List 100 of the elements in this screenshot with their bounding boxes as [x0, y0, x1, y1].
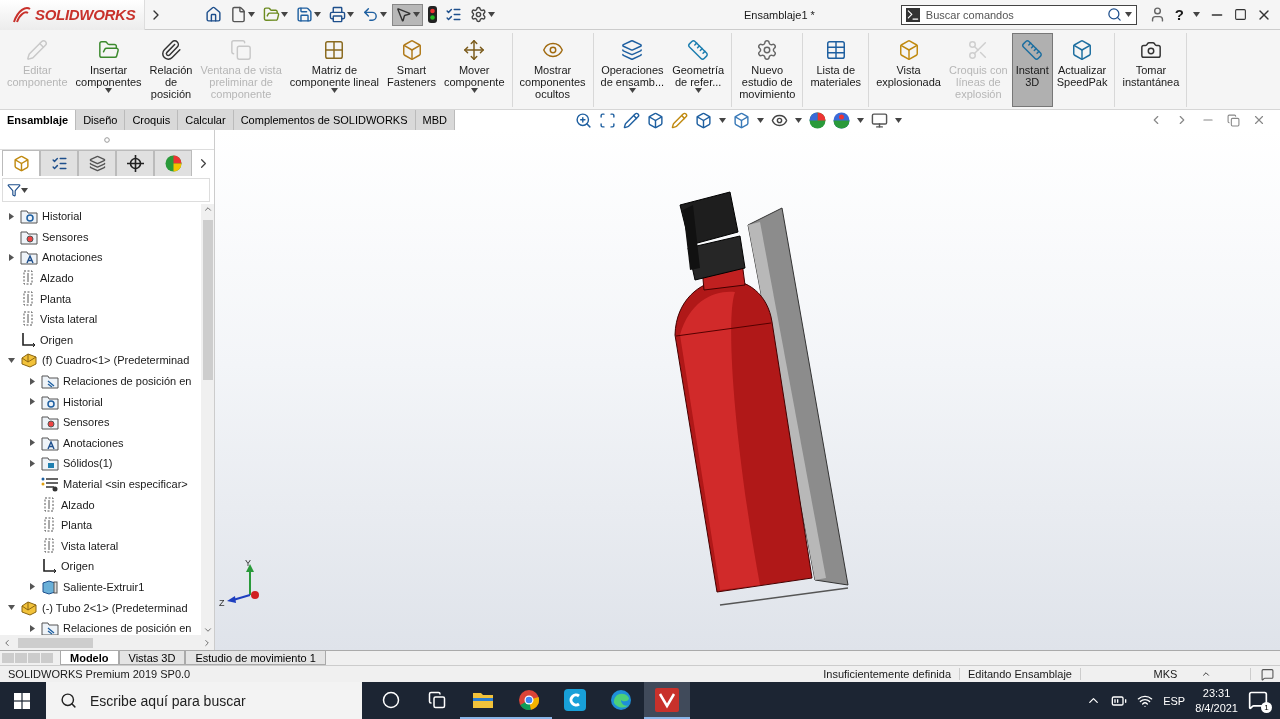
crosshair-icon: [126, 155, 144, 172]
tree-item[interactable]: Anotaciones: [63, 436, 124, 449]
ribbon-button[interactable]: Lista de materiales: [806, 33, 866, 107]
scroll-right-icon[interactable]: [202, 637, 212, 648]
ribbon-button[interactable]: Instant 3D: [1011, 33, 1053, 107]
notification-button[interactable]: 1: [1248, 689, 1270, 712]
tree-item[interactable]: Historial: [63, 395, 103, 408]
caret-icon: [413, 12, 420, 17]
ribbon-button[interactable]: Matriz de componente lineal: [285, 33, 384, 107]
list-icon: [445, 6, 462, 23]
restore-icon[interactable]: [1227, 113, 1240, 127]
scrollbar[interactable]: [201, 204, 214, 635]
logo[interactable]: SOLIDWORKS: [0, 0, 145, 30]
comment-icon[interactable]: [1261, 667, 1274, 681]
ribbon-button[interactable]: Actualizar SpeedPak: [1052, 33, 1112, 107]
logo-mark-icon: [12, 5, 32, 24]
tree-item[interactable]: Saliente-Extruir1: [63, 581, 145, 593]
folder-icon: [97, 39, 120, 61]
model-tab[interactable]: Modelo: [60, 651, 119, 665]
expand-arrow-icon[interactable]: [27, 583, 37, 591]
command-tab[interactable]: Calcular: [178, 110, 234, 130]
panel-tab[interactable]: [40, 150, 78, 176]
panel-tab[interactable]: [78, 150, 116, 176]
help-button[interactable]: ?: [1174, 6, 1184, 23]
scrollbar[interactable]: [0, 635, 214, 650]
filter-field[interactable]: [2, 178, 210, 202]
toolbar-button[interactable]: [425, 3, 440, 26]
maximize-icon[interactable]: [1234, 8, 1247, 21]
tree-item[interactable]: Material <sin especificar>: [63, 478, 188, 490]
command-tab[interactable]: Croquis: [125, 110, 179, 130]
ruler-icon: [687, 39, 710, 61]
command-tab[interactable]: MBD: [415, 110, 455, 130]
tree-item[interactable]: Vista lateral: [40, 313, 98, 326]
model-tab[interactable]: Vistas 3D: [118, 651, 186, 665]
ribbon-button[interactable]: Mostrar componentes ocultos: [515, 33, 590, 107]
tree-item[interactable]: Relaciones de posición en: [63, 375, 192, 388]
display-style-icon[interactable]: [733, 111, 750, 129]
expand-arrow-icon[interactable]: [27, 439, 37, 447]
tree-item[interactable]: Sensores: [42, 230, 89, 243]
tree-item[interactable]: Alzado: [61, 498, 95, 511]
tree-item[interactable]: (-) Tubo 2<1> (Predeterminad: [42, 601, 188, 614]
ribbon-button[interactable]: Vista explosionada: [872, 33, 945, 107]
scroll-down-icon[interactable]: [202, 625, 213, 635]
tree-item[interactable]: Planta: [40, 292, 72, 305]
expand-arrow-icon[interactable]: [27, 459, 37, 467]
tree-item[interactable]: Planta: [61, 519, 93, 532]
window-title: Ensamblaje1 *: [742, 8, 815, 21]
folder-icon: [472, 690, 494, 709]
tree-item[interactable]: Sensores: [63, 416, 110, 429]
ribbon-button[interactable]: Nuevo estudio de movimiento: [735, 33, 800, 107]
taskbar-search-field[interactable]: Escribe aquí para buscar: [46, 682, 362, 719]
tree-item[interactable]: Relaciones de posición en: [63, 622, 192, 635]
monitor-icon[interactable]: [871, 111, 888, 129]
tree-item[interactable]: Vista lateral: [61, 539, 119, 552]
tree-item[interactable]: Origen: [61, 560, 95, 573]
expand-arrow-icon[interactable]: [6, 254, 16, 261]
tree-item[interactable]: Sólidos(1): [63, 457, 113, 470]
ribbon-button[interactable]: Mover componente: [439, 33, 509, 107]
expand-arrow-icon[interactable]: [27, 398, 37, 406]
splitter-handle-icon[interactable]: [104, 136, 110, 143]
ribbon-button[interactable]: Insertar componentes: [71, 33, 146, 107]
appearance-icon[interactable]: [809, 111, 826, 129]
collapse-arrow-icon[interactable]: [6, 604, 16, 612]
zoom-to-fit-icon[interactable]: [575, 111, 592, 129]
ribbon-button[interactable]: Geometría de refer...: [668, 33, 729, 107]
ribbon-button[interactable]: Relación de posición: [145, 33, 197, 107]
expand-arrow-icon[interactable]: [6, 212, 16, 220]
taskbar-app[interactable]: [644, 682, 690, 719]
input-language[interactable]: ESP: [1163, 694, 1186, 707]
configuration-icon: [88, 155, 106, 172]
ribbon-button[interactable]: Operaciones de ensamb...: [596, 33, 669, 107]
tree-item[interactable]: (f) Cuadro<1> (Predeterminad: [42, 354, 190, 367]
units-caret-icon[interactable]: [1201, 669, 1211, 679]
scroll-left-icon[interactable]: [2, 637, 12, 648]
windows-start-icon[interactable]: [14, 692, 30, 709]
collapse-arrow-icon[interactable]: [6, 356, 16, 364]
scroll-up-icon[interactable]: [202, 204, 213, 214]
expand-arrow-icon[interactable]: [27, 624, 37, 632]
tree-item[interactable]: Origen: [40, 333, 74, 346]
caret-icon: [895, 117, 902, 123]
search-field[interactable]: Buscar comandos: [900, 4, 1137, 25]
scene-icon[interactable]: [833, 111, 850, 129]
ribbon-button[interactable]: Smart Fasteners: [383, 33, 440, 107]
clock[interactable]: 23:31 8/4/2021: [1195, 685, 1238, 716]
command-tab[interactable]: Diseño: [76, 110, 126, 130]
tree-item[interactable]: Anotaciones: [42, 251, 103, 264]
tree-item[interactable]: Alzado: [40, 272, 74, 285]
zoom-area-icon[interactable]: [599, 111, 616, 129]
tree-item[interactable]: Historial: [42, 210, 82, 223]
view-orientation-icon[interactable]: [695, 111, 712, 129]
toolbar-button[interactable]: [392, 3, 423, 26]
caret-icon: [347, 12, 354, 17]
expand-arrow-icon[interactable]: [27, 377, 37, 385]
units-selector[interactable]: MKS: [1081, 668, 1251, 680]
pen-icon[interactable]: [671, 111, 688, 129]
caret-icon: [1124, 12, 1132, 17]
panel-tab[interactable]: [116, 150, 154, 176]
command-tab[interactable]: Complementos de SOLIDWORKS: [233, 110, 416, 130]
ribbon-button[interactable]: Tomar instantánea: [1118, 33, 1184, 107]
model-tab[interactable]: Estudio de movimiento 1: [185, 651, 326, 665]
